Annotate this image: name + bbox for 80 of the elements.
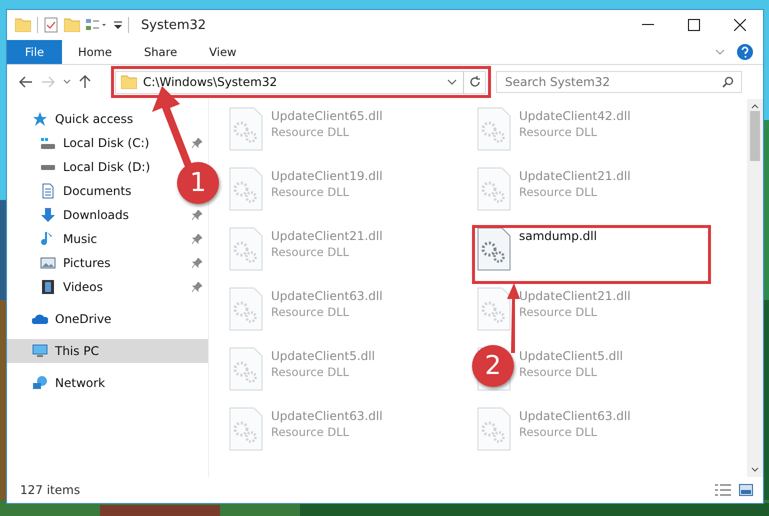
nav-item[interactable]: Local Disk (D:) [7, 155, 156, 179]
file-type: Resource DLL [271, 305, 350, 319]
window-title: System32 [141, 18, 206, 32]
settings-file-icon [477, 167, 511, 211]
minimize-icon [642, 24, 654, 26]
nav-item[interactable]: Downloads [7, 203, 208, 227]
ribbon-tab[interactable]: View [193, 40, 252, 64]
pin-icon[interactable] [192, 258, 202, 268]
file-type: Resource DLL [519, 305, 598, 319]
star-icon [32, 111, 48, 127]
nav-item[interactable]: Music [7, 227, 208, 251]
file-type: Resource DLL [271, 245, 350, 259]
settings-file-icon [229, 107, 263, 151]
maximize-icon [688, 19, 700, 31]
close-icon [734, 19, 746, 31]
file-type: Resource DLL [519, 425, 598, 439]
new-folder-icon [64, 18, 80, 32]
scrollbar-thumb[interactable] [750, 111, 760, 161]
dropdown-icon[interactable] [114, 20, 122, 30]
nav-item[interactable]: Videos [7, 275, 208, 299]
nav-item[interactable]: Local Disk (C:) [7, 131, 208, 155]
nav-item[interactable]: Network [7, 371, 112, 395]
details-view-icon[interactable] [715, 484, 731, 496]
settings-file-icon [229, 407, 263, 451]
address-path: C:\Windows\System32 [143, 75, 278, 89]
nav-item[interactable]: Documents [7, 179, 138, 203]
document-icon [40, 183, 56, 199]
properties-icon[interactable] [44, 17, 58, 33]
file-type: Resource DLL [271, 365, 350, 379]
file-type: Resource DLL [519, 125, 598, 139]
search-icon [722, 76, 734, 88]
address-bar[interactable]: C:\Windows\System32 [115, 70, 486, 94]
recent-locations-button[interactable] [63, 79, 71, 85]
view-options-icon[interactable] [86, 18, 108, 32]
drive-icon [40, 164, 56, 170]
settings-file-icon [229, 347, 263, 391]
nav-item[interactable]: This PC [7, 339, 208, 363]
back-button[interactable] [19, 76, 33, 88]
scroll-up-icon[interactable] [751, 103, 759, 109]
chevron-down-icon[interactable] [447, 79, 457, 85]
file-name[interactable]: samdump.dll [519, 229, 597, 243]
settings-file-icon [477, 107, 511, 151]
file-type: Resource DLL [519, 185, 598, 199]
nav-item[interactable]: OneDrive [7, 307, 118, 331]
pointer-arrow [506, 283, 520, 353]
search-field[interactable]: Search System32 [496, 71, 742, 93]
file-type: Resource DLL [271, 425, 350, 439]
download-icon [40, 207, 56, 223]
folder-icon [15, 18, 31, 32]
ribbon-tab[interactable]: Share [128, 40, 194, 64]
folder-icon [121, 75, 137, 89]
file-type: Resource DLL [271, 185, 350, 199]
large-icons-view-icon[interactable] [739, 484, 753, 496]
settings-file-icon [229, 227, 263, 271]
settings-file-icon [477, 407, 511, 451]
refresh-icon [468, 76, 480, 88]
file-menu-tab[interactable]: File [7, 40, 62, 64]
pin-icon[interactable] [192, 282, 202, 292]
pictures-icon [40, 255, 56, 271]
settings-file-icon [477, 227, 511, 271]
file-type: Resource DLL [519, 365, 598, 379]
film-icon [40, 279, 56, 295]
scroll-down-icon[interactable] [751, 467, 759, 473]
drive-icon [40, 136, 56, 150]
item-count: 127 items [20, 483, 80, 497]
ribbon-tab[interactable]: Home [62, 40, 128, 64]
scrollbar[interactable] [747, 99, 763, 477]
settings-file-icon [229, 167, 263, 211]
pin-icon[interactable] [192, 138, 202, 148]
file-type: Resource DLL [271, 125, 350, 139]
nav-item[interactable]: Quick access [7, 107, 140, 131]
help-icon[interactable] [737, 44, 753, 60]
network-icon [32, 375, 48, 391]
pin-icon[interactable] [192, 234, 202, 244]
settings-file-icon [477, 287, 511, 331]
up-button[interactable] [79, 75, 91, 89]
settings-file-icon [229, 287, 263, 331]
pin-icon[interactable] [192, 210, 202, 220]
nav-item[interactable]: Pictures [7, 251, 208, 275]
computer-icon [32, 343, 48, 359]
